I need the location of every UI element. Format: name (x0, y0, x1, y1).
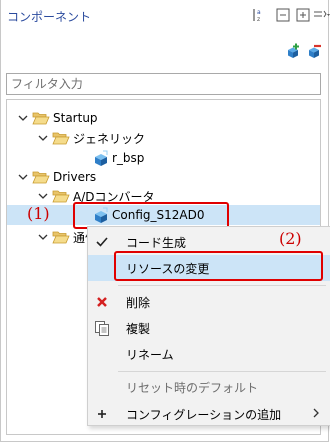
copy-icon (94, 320, 110, 336)
menu-item-label: コンフィグレーションの追加 (126, 407, 282, 422)
callout-2: (2) (279, 229, 302, 248)
tree-item-startup[interactable]: Startup (17, 108, 98, 128)
menu-item-label: リネーム (126, 347, 174, 362)
svg-text:z: z (257, 16, 260, 23)
remove-component-icon[interactable] (306, 43, 322, 59)
component-cube-icon (93, 150, 109, 166)
tree-item-label: r_bsp (112, 151, 145, 165)
menu-item-label: 複製 (126, 321, 151, 336)
chevron-down-icon[interactable] (37, 190, 49, 202)
chevron-down-icon[interactable] (17, 171, 29, 183)
delete-icon (94, 294, 110, 310)
menu-separator (118, 285, 326, 286)
tree-item-label: Drivers (53, 170, 97, 184)
menu-item-reset-default: リセット時のデフォルト (88, 374, 330, 400)
add-component-icon[interactable] (285, 43, 301, 59)
panel-title: コンポーネント (7, 10, 92, 24)
menu-item-rename[interactable]: リネーム (88, 341, 330, 367)
collapse-all-icon[interactable] (275, 7, 291, 23)
sort-az-icon[interactable]: a z (251, 7, 267, 23)
highlight-box-config (73, 202, 229, 229)
menu-separator (118, 371, 326, 372)
tree-item-label: Startup (53, 111, 98, 125)
svg-text:a: a (257, 9, 261, 16)
menu-item-label: リセット時のデフォルト (126, 380, 259, 395)
open-folder-icon (32, 111, 50, 125)
callout-1: (1) (27, 204, 50, 223)
menu-item-label: コード生成 (126, 235, 187, 250)
check-icon (94, 234, 110, 250)
open-folder-icon (52, 131, 70, 145)
chevron-down-icon[interactable] (37, 132, 49, 144)
view-menu-icon[interactable] (313, 7, 330, 23)
chevron-down-icon[interactable] (37, 231, 49, 243)
highlight-box-change-resource (114, 251, 323, 281)
chevron-right-icon (312, 407, 320, 421)
menu-item-duplicate[interactable]: 複製 (88, 315, 330, 341)
component-toolbar (1, 40, 328, 60)
menu-item-delete[interactable]: 削除 (88, 289, 330, 315)
open-folder-icon (32, 170, 50, 184)
filter-input[interactable] (6, 73, 321, 95)
tree-item-drivers[interactable]: Drivers (17, 167, 96, 187)
panel-header: コンポーネント a z (1, 0, 330, 34)
tree-item-generic[interactable]: ジェネリック (37, 128, 145, 148)
plus-icon (94, 406, 110, 422)
menu-item-add-configuration[interactable]: コンフィグレーションの追加 (88, 401, 330, 427)
expand-all-icon[interactable] (295, 7, 311, 23)
components-panel: コンポーネント a z フィルタ入力 Startup ジェネリック r_bsp … (0, 0, 330, 442)
chevron-down-icon[interactable] (17, 112, 29, 124)
tree-item-label: ジェネリック (73, 131, 146, 146)
menu-item-label: 削除 (126, 295, 151, 310)
open-folder-icon (52, 189, 70, 203)
open-folder-icon (52, 230, 70, 244)
tree-item-r-bsp[interactable]: r_bsp (93, 148, 144, 168)
